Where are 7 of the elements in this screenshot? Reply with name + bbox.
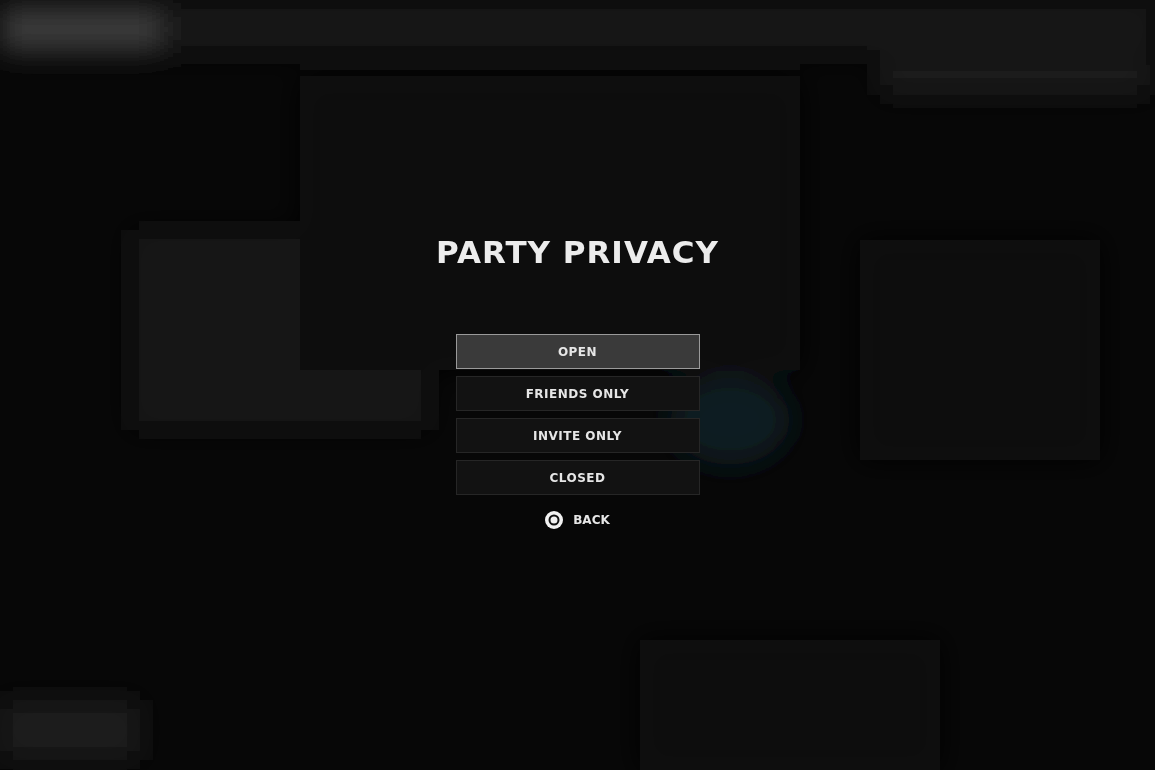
privacy-option[interactable]: OPEN: [455, 334, 700, 369]
privacy-option[interactable]: INVITE ONLY: [455, 418, 700, 453]
back-button[interactable]: BACK: [545, 511, 610, 529]
privacy-option[interactable]: CLOSED: [455, 460, 700, 495]
circle-button-icon: [545, 511, 564, 529]
privacy-option[interactable]: FRIENDS ONLY: [455, 376, 700, 411]
dialog-title: PARTY PRIVACY: [436, 234, 719, 270]
